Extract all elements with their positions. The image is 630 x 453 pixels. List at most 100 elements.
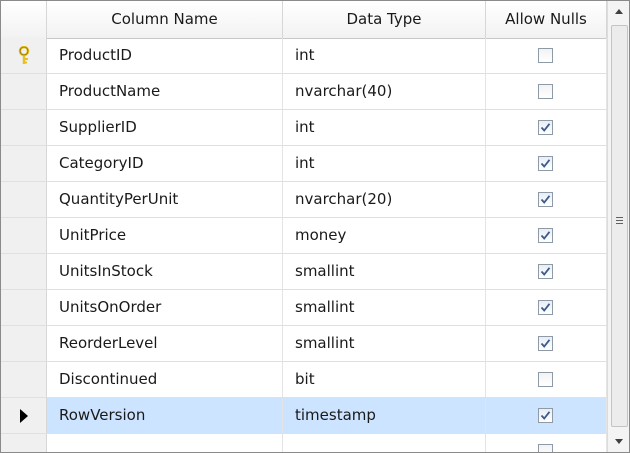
allow-nulls-cell xyxy=(486,74,607,109)
checkmark-icon xyxy=(540,338,551,348)
table-row[interactable]: UnitsInStock smallint xyxy=(1,254,607,290)
scroll-grip-icon xyxy=(616,217,623,224)
checkmark-icon xyxy=(540,122,551,132)
row-cells: ProductID int xyxy=(47,38,607,73)
row-cells: Discontinued bit xyxy=(47,362,607,397)
allow-nulls-checkbox[interactable] xyxy=(538,263,553,279)
data-type-cell[interactable]: timestamp xyxy=(283,398,486,433)
grid-header: Column Name Data Type Allow Nulls xyxy=(1,1,607,39)
allow-nulls-cell xyxy=(486,38,607,73)
table-row[interactable]: CategoryID int xyxy=(1,146,607,182)
column-name-cell[interactable]: UnitPrice xyxy=(47,218,283,253)
allow-nulls-checkbox[interactable] xyxy=(538,119,553,135)
allow-nulls-checkbox[interactable] xyxy=(538,227,553,243)
row-selector[interactable] xyxy=(1,146,47,181)
table-row[interactable]: ProductName nvarchar(40) xyxy=(1,74,607,110)
vertical-scrollbar[interactable] xyxy=(607,1,629,452)
data-type-cell[interactable]: int xyxy=(283,146,486,181)
table-row[interactable]: UnitPrice money xyxy=(1,218,607,254)
allow-nulls-checkbox[interactable] xyxy=(538,407,553,423)
allow-nulls-checkbox[interactable] xyxy=(538,299,553,315)
row-cells: ProductName nvarchar(40) xyxy=(47,74,607,109)
allow-nulls-cell xyxy=(486,326,607,361)
row-selector[interactable] xyxy=(1,362,47,397)
table-row[interactable]: RowVersion timestamp xyxy=(1,398,607,434)
column-name-cell[interactable]: UnitsInStock xyxy=(47,254,283,289)
column-name-cell[interactable]: ProductID xyxy=(47,38,283,73)
row-cells xyxy=(47,434,607,452)
row-cells: SupplierID int xyxy=(47,110,607,145)
row-selector[interactable] xyxy=(1,434,47,452)
table-row[interactable]: QuantityPerUnit nvarchar(20) xyxy=(1,182,607,218)
row-pointer-icon xyxy=(20,409,28,423)
allow-nulls-cell xyxy=(486,398,607,433)
row-selector[interactable] xyxy=(1,398,47,433)
row-selector[interactable] xyxy=(1,110,47,145)
data-type-cell[interactable] xyxy=(283,434,486,452)
row-selector[interactable] xyxy=(1,74,47,109)
data-type-cell[interactable]: bit xyxy=(283,362,486,397)
row-selector[interactable] xyxy=(1,326,47,361)
allow-nulls-cell xyxy=(486,254,607,289)
scroll-down-arrow-icon[interactable] xyxy=(608,432,629,452)
column-name-cell[interactable]: SupplierID xyxy=(47,110,283,145)
table-row[interactable]: ReorderLevel smallint xyxy=(1,326,607,362)
column-name-cell[interactable]: UnitsOnOrder xyxy=(47,290,283,325)
allow-nulls-checkbox[interactable] xyxy=(538,443,553,452)
row-selector-header xyxy=(1,1,47,38)
data-type-cell[interactable]: int xyxy=(283,38,486,73)
checkmark-icon xyxy=(540,230,551,240)
allow-nulls-checkbox[interactable] xyxy=(538,155,553,171)
allow-nulls-cell xyxy=(486,146,607,181)
data-type-cell[interactable]: nvarchar(40) xyxy=(283,74,486,109)
allow-nulls-checkbox[interactable] xyxy=(538,47,553,63)
column-name-header[interactable]: Column Name xyxy=(47,1,283,38)
column-name-cell[interactable] xyxy=(47,434,283,452)
row-cells: QuantityPerUnit nvarchar(20) xyxy=(47,182,607,217)
table-row[interactable]: Discontinued bit xyxy=(1,362,607,398)
allow-nulls-cell xyxy=(486,434,607,452)
row-cells: UnitsOnOrder smallint xyxy=(47,290,607,325)
new-column-row[interactable] xyxy=(1,434,607,452)
data-type-cell[interactable]: smallint xyxy=(283,254,486,289)
scroll-thumb[interactable] xyxy=(611,25,628,427)
data-type-cell[interactable]: int xyxy=(283,110,486,145)
allow-nulls-cell xyxy=(486,362,607,397)
checkmark-icon xyxy=(540,266,551,276)
allow-nulls-checkbox[interactable] xyxy=(538,335,553,351)
scroll-up-arrow-icon[interactable] xyxy=(608,1,629,21)
allow-nulls-cell xyxy=(486,290,607,325)
row-selector[interactable] xyxy=(1,290,47,325)
row-selector[interactable] xyxy=(1,182,47,217)
row-cells: CategoryID int xyxy=(47,146,607,181)
data-type-header[interactable]: Data Type xyxy=(283,1,486,38)
allow-nulls-header[interactable]: Allow Nulls xyxy=(486,1,607,38)
checkmark-icon xyxy=(540,302,551,312)
column-name-cell[interactable]: Discontinued xyxy=(47,362,283,397)
data-type-cell[interactable]: money xyxy=(283,218,486,253)
column-grid: Column Name Data Type Allow Nulls Produc… xyxy=(1,1,607,452)
table-row[interactable]: UnitsOnOrder smallint xyxy=(1,290,607,326)
row-selector[interactable] xyxy=(1,38,47,73)
checkmark-icon xyxy=(540,194,551,204)
column-name-cell[interactable]: ReorderLevel xyxy=(47,326,283,361)
data-type-cell[interactable]: nvarchar(20) xyxy=(283,182,486,217)
column-name-cell[interactable]: ProductName xyxy=(47,74,283,109)
table-row[interactable]: ProductID int xyxy=(1,38,607,74)
data-type-cell[interactable]: smallint xyxy=(283,326,486,361)
allow-nulls-cell xyxy=(486,182,607,217)
allow-nulls-checkbox[interactable] xyxy=(538,371,553,387)
table-row[interactable]: SupplierID int xyxy=(1,110,607,146)
data-type-cell[interactable]: smallint xyxy=(283,290,486,325)
column-name-cell[interactable]: QuantityPerUnit xyxy=(47,182,283,217)
column-name-cell[interactable]: CategoryID xyxy=(47,146,283,181)
allow-nulls-cell xyxy=(486,110,607,145)
row-selector[interactable] xyxy=(1,254,47,289)
column-name-cell[interactable]: RowVersion xyxy=(47,398,283,433)
row-cells: UnitPrice money xyxy=(47,218,607,253)
allow-nulls-checkbox[interactable] xyxy=(538,83,553,99)
allow-nulls-checkbox[interactable] xyxy=(538,191,553,207)
row-selector[interactable] xyxy=(1,218,47,253)
row-cells: UnitsInStock smallint xyxy=(47,254,607,289)
row-cells: ReorderLevel smallint xyxy=(47,326,607,361)
